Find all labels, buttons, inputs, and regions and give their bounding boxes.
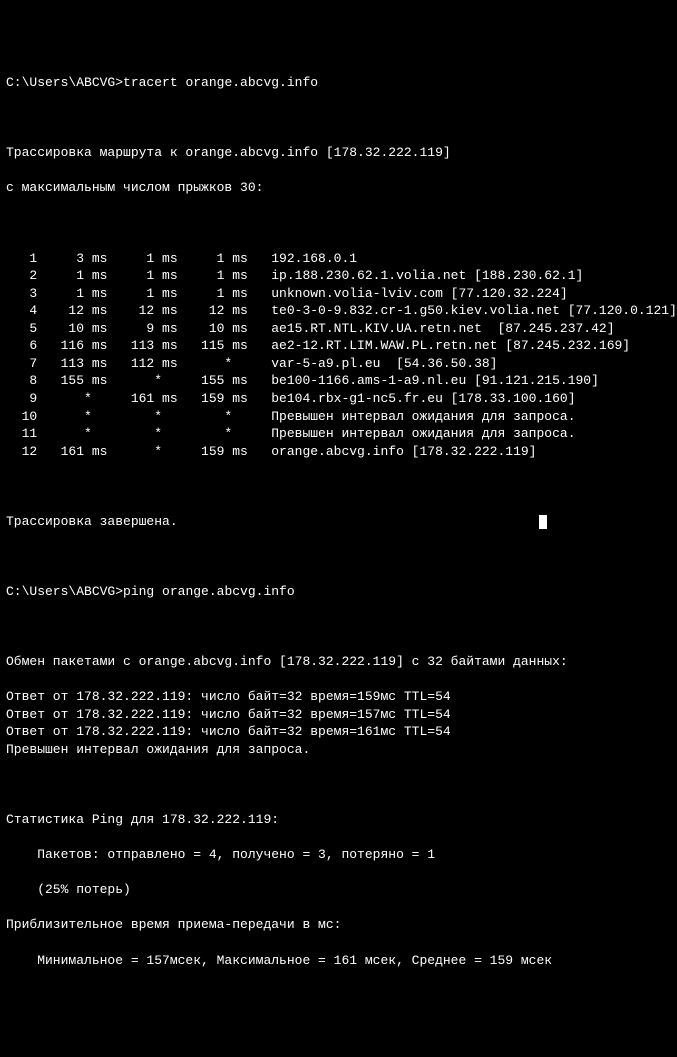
tracert-header-2: с максимальным числом прыжков 30: xyxy=(6,179,671,197)
ping-reply-row: Ответ от 178.32.222.119: число байт=32 в… xyxy=(6,723,671,741)
ping-reply-row: Превышен интервал ожидания для запроса. xyxy=(6,741,671,759)
blank-line xyxy=(6,478,671,496)
tracert-hop-row: 8 155 ms * 155 ms be100-1166.ams-1-a9.nl… xyxy=(6,372,671,390)
tracert-hops: 1 3 ms 1 ms 1 ms 192.168.0.1 2 1 ms 1 ms… xyxy=(6,250,671,461)
tracert-hop-row: 12 161 ms * 159 ms orange.abcvg.info [17… xyxy=(6,443,671,461)
tracert-hop-row: 9 * 161 ms 159 ms be104.rbx-g1-nc5.fr.eu… xyxy=(6,390,671,408)
prompt-line-1[interactable]: C:\Users\ABCVG>tracert orange.abcvg.info xyxy=(6,74,671,92)
prompt-path: C:\Users\ABCVG> xyxy=(6,584,123,599)
tracert-hop-row: 1 3 ms 1 ms 1 ms 192.168.0.1 xyxy=(6,250,671,268)
blank-line xyxy=(6,548,671,566)
tracert-hop-row: 6 116 ms 113 ms 115 ms ae2-12.RT.LIM.WAW… xyxy=(6,337,671,355)
tracert-hop-row: 5 10 ms 9 ms 10 ms ae15.RT.NTL.KIV.UA.re… xyxy=(6,320,671,338)
tracert-done-line: Трассировка завершена. xyxy=(6,513,671,531)
cursor-block xyxy=(539,515,547,529)
blank-line xyxy=(6,776,671,794)
prompt-path: C:\Users\ABCVG> xyxy=(6,75,123,90)
command-ping: ping orange.abcvg.info xyxy=(123,584,295,599)
ping-reply-row: Ответ от 178.32.222.119: число байт=32 в… xyxy=(6,706,671,724)
tracert-hop-row: 3 1 ms 1 ms 1 ms unknown.volia-lviv.com … xyxy=(6,285,671,303)
blank-line xyxy=(6,109,671,127)
command-tracert: tracert orange.abcvg.info xyxy=(123,75,318,90)
ping-stats-packets: Пакетов: отправлено = 4, получено = 3, п… xyxy=(6,846,671,864)
ping-stats-loss: (25% потерь) xyxy=(6,881,671,899)
ping-rtt-header: Приблизительное время приема-передачи в … xyxy=(6,916,671,934)
ping-reply-row: Ответ от 178.32.222.119: число байт=32 в… xyxy=(6,688,671,706)
tracert-done-text: Трассировка завершена. xyxy=(6,514,537,529)
prompt-line-2[interactable]: C:\Users\ABCVG>ping orange.abcvg.info xyxy=(6,583,671,601)
ping-replies: Ответ от 178.32.222.119: число байт=32 в… xyxy=(6,688,671,758)
tracert-hop-row: 7 113 ms 112 ms * var-5-a9.pl.eu [54.36.… xyxy=(6,355,671,373)
tracert-hop-row: 10 * * * Превышен интервал ожидания для … xyxy=(6,408,671,426)
tracert-hop-row: 2 1 ms 1 ms 1 ms ip.188.230.62.1.volia.n… xyxy=(6,267,671,285)
tracert-hop-row: 4 12 ms 12 ms 12 ms te0-3-0-9.832.cr-1.g… xyxy=(6,302,671,320)
tracert-header-1: Трассировка маршрута к orange.abcvg.info… xyxy=(6,144,671,162)
blank-line xyxy=(6,215,671,233)
tracert-hop-row: 11 * * * Превышен интервал ожидания для … xyxy=(6,425,671,443)
ping-stats-header: Статистика Ping для 178.32.222.119: xyxy=(6,811,671,829)
blank-line xyxy=(6,618,671,636)
ping-header: Обмен пакетами с orange.abcvg.info [178.… xyxy=(6,653,671,671)
ping-rtt-values: Минимальное = 157мсек, Максимальное = 16… xyxy=(6,952,671,970)
